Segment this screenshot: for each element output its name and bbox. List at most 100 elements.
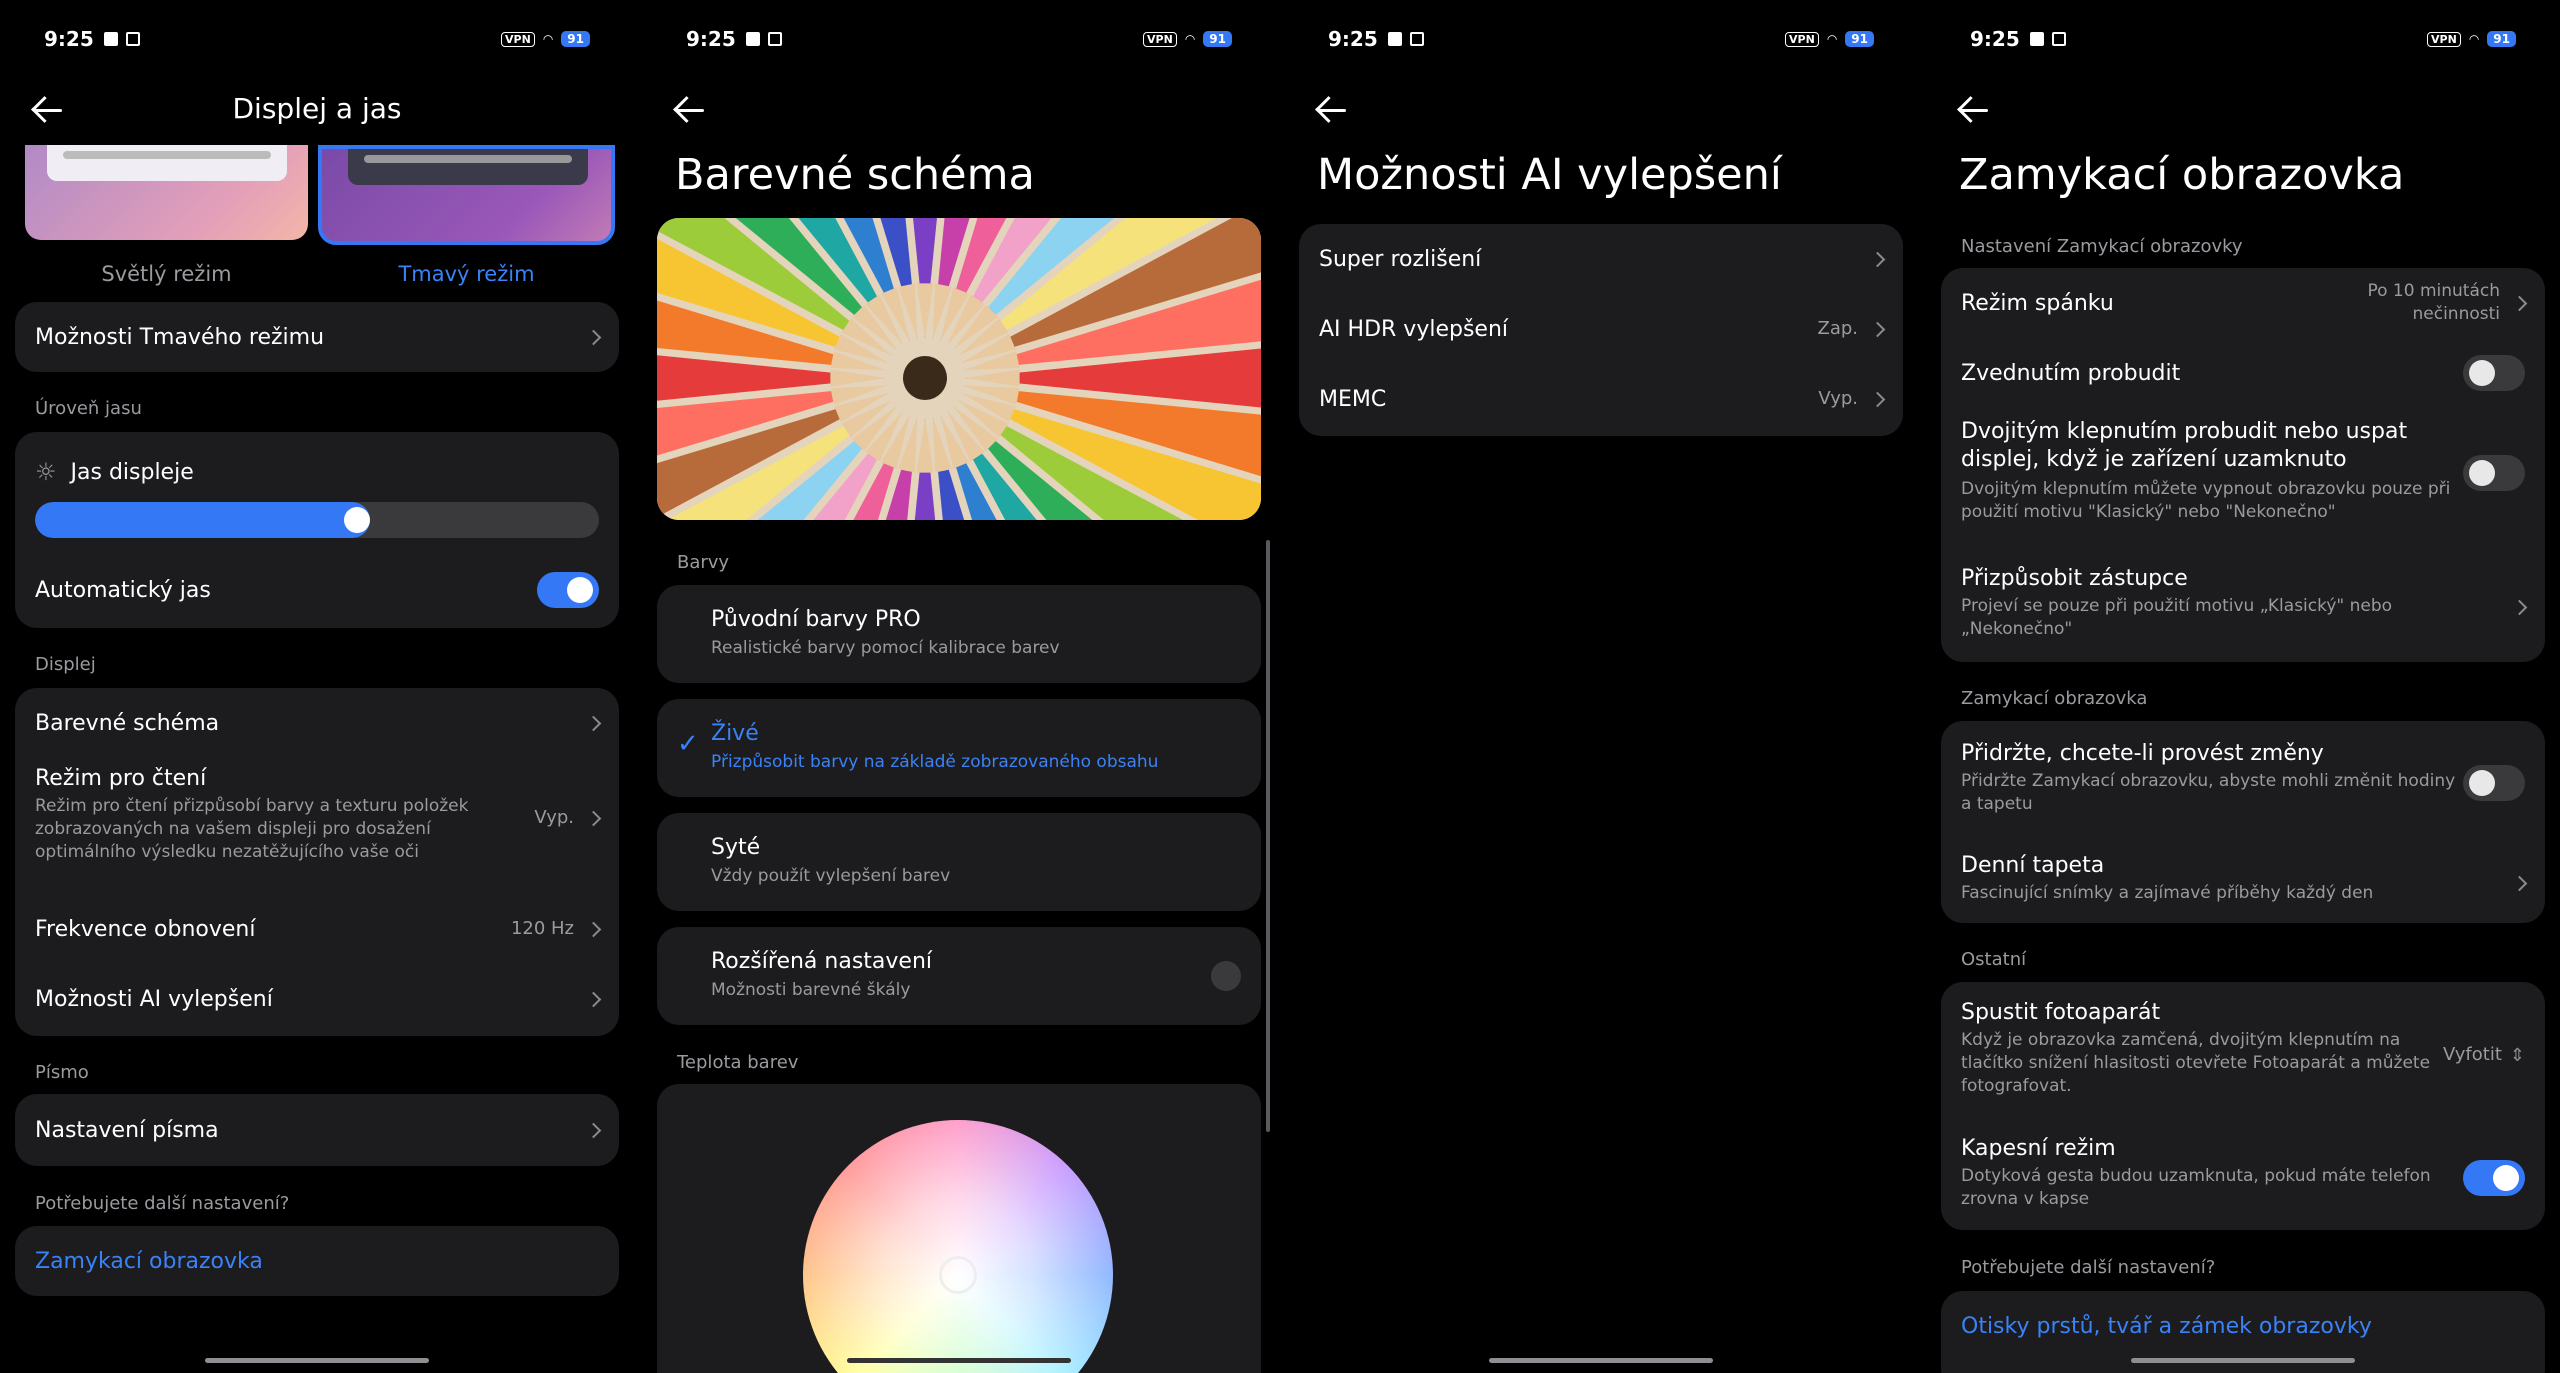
hold-to-edit-toggle[interactable] [2463,765,2525,801]
back-arrow-icon[interactable] [672,92,712,128]
page-title: Barevné schéma [675,150,1035,200]
sleep-label: Režim spánku [1961,290,2114,316]
auto-brightness-toggle[interactable] [537,572,599,608]
dark-mode-label[interactable]: Tmavý režim [318,262,615,286]
brightness-slider-fill [35,502,370,538]
screen-color-scheme: 9:25 VPN ◠ 91 Barevné schéma Barvy Původ… [642,0,1276,1373]
status-time: 9:25 [1970,27,2020,51]
refresh-rate-item[interactable]: Frekvence obnovení 120 Hz [15,894,619,964]
option-advanced[interactable]: Rozšířená nastavení Možnosti barevné šká… [657,927,1261,1025]
brightness-slider-knob[interactable] [344,507,370,533]
section-font: Písmo [35,1062,89,1083]
back-arrow-icon[interactable] [1314,92,1354,128]
option-vivid[interactable]: ✓ Živé Přizpůsobit barvy na základě zobr… [657,699,1261,797]
color-wheel[interactable] [803,1120,1113,1373]
dark-mode-options-label: Možnosti Tmavého režimu [35,324,325,350]
home-indicator[interactable] [2131,1358,2355,1363]
pocket-mode-item[interactable]: Kapesní režim Dotyková gesta budou uzamk… [1941,1136,2545,1220]
scrollbar[interactable] [1266,540,1270,1132]
light-mode-label[interactable]: Světlý režim [25,262,308,286]
mail-icon [2051,32,2066,46]
lock-screen-card: Přidržte, chcete-li provést změny Přidrž… [1941,721,2545,923]
battery-icon: 91 [1203,31,1232,47]
dark-mode-preview[interactable] [318,145,615,245]
fingerprint-link[interactable]: Otisky prstů, tvář a zámek obrazovky [1961,1314,2372,1339]
ai-hdr-label: AI HDR vylepšení [1319,316,1508,342]
chevron-right-icon [585,921,602,937]
chevron-right-icon [585,329,602,345]
double-tap-item[interactable]: Dvojitým klepnutím probudit nebo uspat d… [1941,418,2545,528]
font-card: Nastavení písma [15,1094,619,1166]
option-saturated-label: Syté [711,835,761,860]
battery-icon: 91 [561,31,590,47]
ai-options-label: Možnosti AI vylepšení [35,986,273,1012]
customize-shortcut-item[interactable]: Přizpůsobit zástupce Projeví se pouze př… [1941,566,2545,648]
section-colors: Barvy [677,552,730,573]
ai-options-item[interactable]: Možnosti AI vylepšení [15,964,619,1034]
option-original-pro-label: Původní barvy PRO [711,607,921,632]
chevron-right-icon [2511,875,2528,891]
checkmark-icon: ✓ [677,729,699,759]
section-more-settings: Potřebujete další nastavení? [35,1193,290,1214]
option-original-pro-description: Realistické barvy pomocí kalibrace barev [711,638,1060,658]
screen-lock-screen: 9:25 VPN ◠ 91 Zamykací obrazovka Nastave… [1926,0,2560,1373]
super-resolution-label: Super rozlišení [1319,246,1482,272]
sleep-item[interactable]: Režim spánku Po 10 minutách nečinnosti [1941,268,2545,338]
option-vivid-description: Přizpůsobit barvy na základě zobrazované… [711,752,1159,772]
option-saturated[interactable]: Syté Vždy použít vylepšení barev [657,813,1261,911]
chevron-right-icon [585,810,602,826]
reading-mode-item[interactable]: Režim pro čtení Režim pro čtení přizpůso… [15,766,619,870]
font-settings-item[interactable]: Nastavení písma [15,1094,619,1166]
status-bar: 9:25 VPN ◠ 91 [0,24,634,54]
lock-screen-link[interactable]: Zamykací obrazovka [35,1249,263,1274]
ai-hdr-item[interactable]: AI HDR vylepšení Zap. [1299,294,1903,364]
dark-mode-options-card: Možnosti Tmavého režimu [15,302,619,372]
brightness-label: Jas displeje [70,459,194,485]
launch-camera-item[interactable]: Spustit fotoaparát Když je obrazovka zam… [1941,1000,2545,1110]
double-tap-toggle[interactable] [2463,455,2525,491]
mail-icon [125,32,140,46]
home-indicator[interactable] [847,1358,1071,1363]
pocket-mode-label: Kapesní režim [1961,1136,2116,1161]
color-wheel-picker[interactable] [939,1256,977,1294]
chevron-right-icon [2511,295,2528,311]
daily-wallpaper-description: Fascinující snímky a zajímavé příběhy ka… [1961,883,2374,903]
back-arrow-icon[interactable] [1956,92,1996,128]
status-bar: 9:25 VPN ◠ 91 [1926,24,2560,54]
home-indicator[interactable] [1489,1358,1713,1363]
light-mode-preview[interactable] [25,145,308,240]
colored-pencils-image [657,218,1261,520]
dark-mode-options-item[interactable]: Možnosti Tmavého režimu [15,302,619,372]
brightness-card: ☼ Jas displeje Automatický jas [15,432,619,628]
super-resolution-item[interactable]: Super rozlišení [1299,224,1903,294]
color-scheme-item[interactable]: Barevné schéma [15,688,619,758]
chevron-circle-icon[interactable] [1211,961,1241,991]
wifi-icon: ◠ [1184,32,1196,46]
pocket-mode-description: Dotyková gesta budou uzamknuta, pokud má… [1961,1166,2431,1209]
customize-shortcut-description: Projeví se pouze při použití motivu „Kla… [1961,596,2393,639]
chevron-right-icon [2511,599,2528,615]
section-lock-settings: Nastavení Zamykací obrazovky [1961,236,2243,257]
raise-to-wake-toggle[interactable] [2463,355,2525,391]
pocket-mode-toggle[interactable] [2463,1160,2525,1196]
home-indicator[interactable] [205,1358,429,1363]
brightness-slider[interactable] [35,502,599,538]
reading-mode-label: Režim pro čtení [35,766,207,791]
ai-options-card: Super rozlišení AI HDR vylepšení Zap. ME… [1299,224,1903,436]
daily-wallpaper-item[interactable]: Denní tapeta Fascinující snímky a zajíma… [1941,853,2545,913]
status-bar: 9:25 VPN ◠ 91 [642,24,1276,54]
raise-to-wake-item[interactable]: Zvednutím probudit [1941,338,2545,408]
memc-value: Vyp. [1818,388,1858,409]
hold-to-edit-item[interactable]: Přidržte, chcete-li provést změny Přidrž… [1941,741,2545,825]
sun-icon: ☼ [35,458,57,486]
chevron-right-icon [1869,321,1886,337]
launch-camera-description: Když je obrazovka zamčená, dvojitým klep… [1961,1030,2431,1096]
auto-brightness-item[interactable]: Automatický jas [15,562,619,618]
wifi-icon: ◠ [542,32,554,46]
lock-screen-link-item[interactable]: Zamykací obrazovka [15,1226,619,1296]
memc-item[interactable]: MEMC Vyp. [1299,364,1903,434]
option-original-pro[interactable]: Původní barvy PRO Realistické barvy pomo… [657,585,1261,683]
section-other: Ostatní [1961,949,2027,970]
wifi-icon: ◠ [2468,32,2480,46]
fingerprint-link-item[interactable]: Otisky prstů, tvář a zámek obrazovky [1941,1291,2545,1361]
